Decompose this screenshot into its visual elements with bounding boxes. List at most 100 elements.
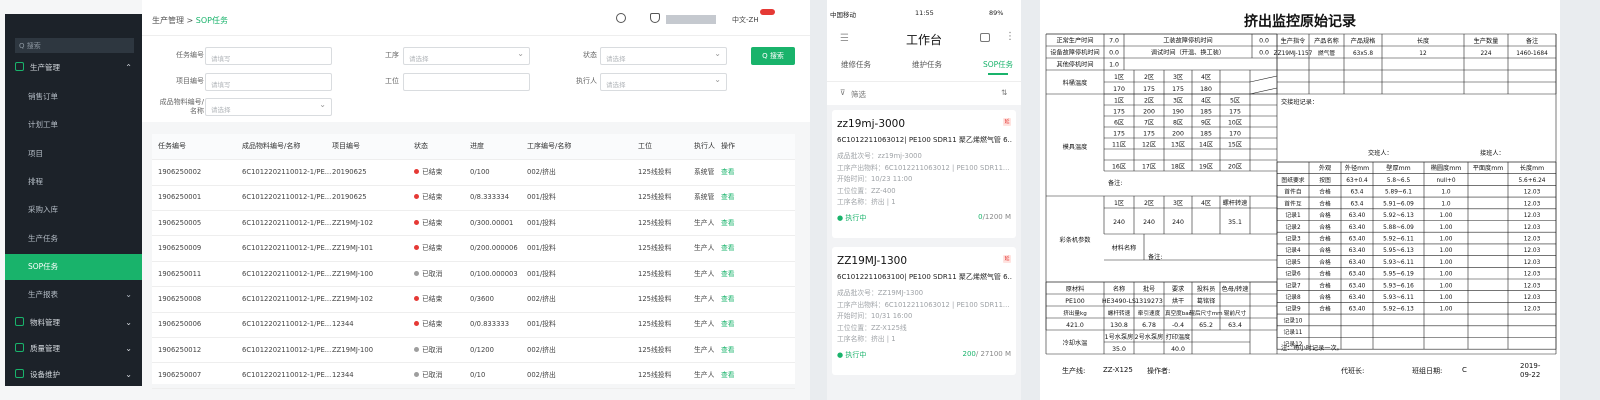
language-switch[interactable]: 中文-ZH <box>732 15 759 25</box>
record-cell-text: 200 <box>1172 131 1184 138</box>
material-select[interactable]: 请选择 <box>205 98 332 116</box>
task-card[interactable]: zz19mj-3000 延 6C1012211063012| PE100 SDR11… <box>832 110 1016 238</box>
sort-icon[interactable]: ⇅ <box>1001 88 1007 97</box>
table-row: 1906250009 6C1012202110012-1/PE... ZZ19MJ-… <box>152 236 795 262</box>
progress-count: 200/ 27100 M <box>963 350 1012 358</box>
record-cell-text: 7.0 <box>1109 38 1119 45</box>
search-button[interactable]: Q 搜索 <box>751 47 795 65</box>
table-cell[interactable]: 查看 <box>721 236 735 261</box>
table-cell: 002/挤出 <box>527 168 556 176</box>
table-cell: 生产人 <box>694 244 715 253</box>
table-cell: 1906250001 <box>158 193 202 202</box>
sidebar-group[interactable]: 质量管理 ⌄ <box>5 336 142 362</box>
sidebar-group[interactable]: 设备维护 ⌄ <box>5 362 142 388</box>
table-cell: 生产人 <box>694 371 715 380</box>
more-icon[interactable]: ⋮ <box>1005 31 1015 42</box>
record-cell-text: 葛铭铎 <box>1197 297 1216 305</box>
table-cell[interactable]: 查看 <box>721 160 735 185</box>
sidebar-item-label: 项目 <box>28 148 43 158</box>
table-cell: 生产人 <box>694 320 715 329</box>
sidebar-item[interactable]: 采购入库 <box>5 197 142 223</box>
card-detail-line: 工序名称：挤出 | 1 <box>837 198 896 206</box>
view-link[interactable]: 查看 <box>721 168 735 176</box>
record-cell-text: 12.03 <box>1524 248 1541 254</box>
table-cell[interactable]: 查看 <box>721 363 735 388</box>
card-title: ZZ19MJ-1300 <box>837 255 908 267</box>
notification-icon[interactable] <box>616 13 626 23</box>
record-cell-text: 185 <box>1200 109 1212 116</box>
table-cell: 125线投料 <box>638 218 672 227</box>
tab-maintenance[interactable]: 维护任务 <box>912 59 942 70</box>
table-cell: 6C1012202110012-1/PE... <box>242 295 332 303</box>
view-link[interactable]: 查看 <box>721 371 735 379</box>
sidebar-group[interactable]: 物料管理 ⌄ <box>5 310 142 336</box>
record-cell-text: 180 <box>1200 86 1212 93</box>
column-header: 项目编号 <box>332 142 360 150</box>
user-icon[interactable] <box>650 13 660 23</box>
record-cell-text: -0.4 <box>1172 322 1184 329</box>
record-cell-text: 1.00 <box>1440 225 1453 231</box>
record-cell-text: 交班人： <box>1368 149 1393 157</box>
record-cell-text: 5.92~6.11 <box>1383 237 1414 243</box>
record-cell-text: 色母/转速 <box>1222 285 1249 293</box>
record-cell-text: 设备故障停机时间 <box>1050 49 1100 57</box>
table-cell[interactable]: 查看 <box>721 262 735 287</box>
chevron-down-icon: ⌄ <box>125 344 132 353</box>
filter-panel: 任务编号 请填写 工序 请选择 状态 请选择 Q 搜索 项目编号 请填写 工位 … <box>142 36 810 122</box>
view-link[interactable]: 查看 <box>721 219 735 227</box>
record-cell-text: 5.91~6.09 <box>1383 201 1414 207</box>
filter-label[interactable]: 筛选 <box>851 89 866 100</box>
sidebar-item[interactable]: 排程 <box>5 169 142 195</box>
breadcrumb-root[interactable]: 生产管理 <box>152 16 184 25</box>
sidebar-item[interactable]: 生产报表 ⌄ <box>5 282 142 308</box>
record-cell-text: 8区 <box>1173 120 1183 127</box>
record-cell-text: 记录5 <box>1285 258 1301 266</box>
record-cell-text: 挤出量kg <box>1063 309 1087 317</box>
view-link[interactable]: 查看 <box>721 270 735 278</box>
project-no-input[interactable]: 请填写 <box>205 73 332 91</box>
task-no-input[interactable]: 请填写 <box>205 47 332 65</box>
user-name-redacted[interactable] <box>666 15 716 24</box>
status-select[interactable]: 请选择 <box>600 47 727 65</box>
filter-icon[interactable]: ⊽ <box>840 88 846 97</box>
sidebar-item[interactable]: 生产任务 <box>5 226 142 252</box>
table-cell[interactable]: 查看 <box>721 287 735 312</box>
view-link[interactable]: 查看 <box>721 244 735 252</box>
table-cell[interactable]: 查看 <box>721 211 735 236</box>
table-cell[interactable]: 查看 <box>721 185 735 210</box>
calendar-icon[interactable] <box>980 33 990 42</box>
sidebar-item[interactable]: 计划工单 <box>5 112 142 138</box>
sidebar-item[interactable]: SOP任务 <box>5 253 142 280</box>
sidebar-item[interactable]: 项目 <box>5 141 142 167</box>
footer-sign-label: 代班长: <box>1341 367 1365 375</box>
record-cell-text: 按图 <box>1319 176 1331 184</box>
record-cell-text: 接班人： <box>1480 149 1505 157</box>
record-cell-text: 1区 <box>1114 98 1124 105</box>
record-cell-text: 5.93~6.11 <box>1383 260 1414 266</box>
table-cell: 125线投料 <box>638 371 672 380</box>
sidebar-group-production[interactable]: 生产管理 ⌃ <box>5 55 142 81</box>
sidebar-search-input[interactable]: Q 搜索 <box>15 38 134 53</box>
view-link[interactable]: 查看 <box>721 193 735 201</box>
table-cell[interactable]: 查看 <box>721 338 735 363</box>
view-link[interactable]: 查看 <box>721 346 735 354</box>
table-cell: 6C1012202110012-1/PE... <box>242 218 332 227</box>
record-cell-text: PE100 <box>1065 298 1085 305</box>
task-card[interactable]: ZZ19MJ-1300 延 6C1012211063100| PE100 SDR11… <box>832 247 1016 375</box>
material-label-line1: 成品物料编号/ <box>159 98 204 106</box>
view-link[interactable]: 查看 <box>721 320 735 328</box>
table-cell: 0/100 <box>470 168 490 176</box>
table-cell: 1906250009 <box>158 244 202 253</box>
executor-select[interactable]: 请选择 <box>600 73 727 91</box>
table-cell: 已结束 <box>414 236 442 261</box>
sidebar-item[interactable]: 销售订单 <box>5 84 142 110</box>
app-header: ☰ 工作台 ⋮ 维修任务 维护任务 SOP任务 <box>827 27 1021 81</box>
tab-repair[interactable]: 维修任务 <box>841 59 871 70</box>
process-select[interactable]: 请选择 <box>403 47 530 65</box>
tab-sop[interactable]: SOP任务 <box>983 59 1013 70</box>
table-cell[interactable]: 查看 <box>721 312 735 337</box>
record-cell-text: null+0 <box>1436 178 1455 184</box>
station-input[interactable] <box>403 73 530 91</box>
table-cell: 6C1012202110012-1/PE... <box>242 345 332 354</box>
view-link[interactable]: 查看 <box>721 295 735 303</box>
